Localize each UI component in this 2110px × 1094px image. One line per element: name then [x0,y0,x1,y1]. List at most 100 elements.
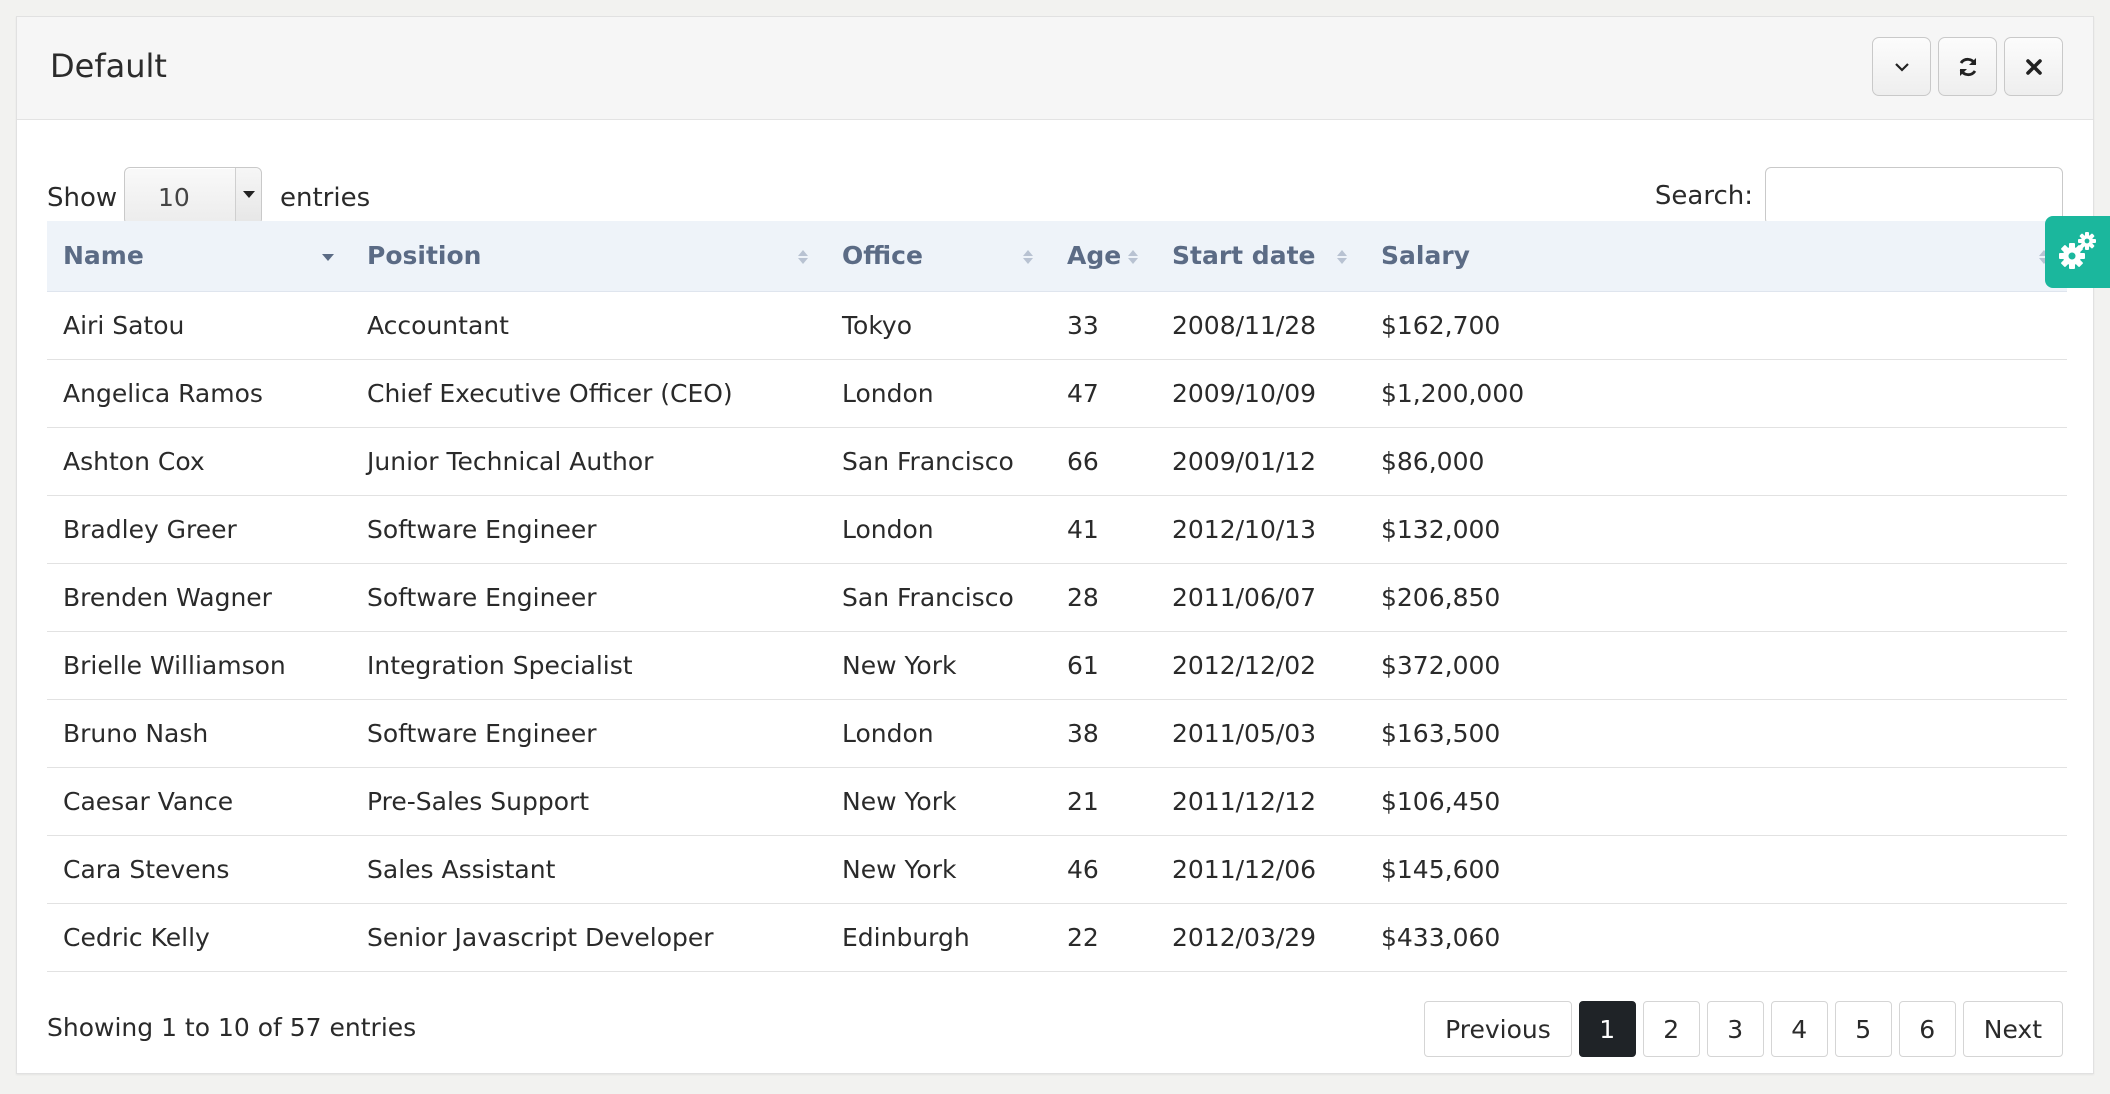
cell-office: San Francisco [826,427,1051,496]
search-input[interactable] [1765,167,2063,225]
cell-position: Sales Assistant [351,835,826,904]
cell-start-date: 2009/10/09 [1156,359,1365,428]
page-button-3[interactable]: 3 [1706,1001,1764,1057]
cell-office: New York [826,767,1051,836]
sort-both-icon [1337,250,1347,264]
settings-tab[interactable] [2045,216,2110,288]
table-row: Brenden Wagner Software Engineer San Franc… [47,563,2067,632]
cell-name: Brenden Wagner [47,563,351,632]
refresh-icon [1959,57,1976,76]
sort-desc-icon [322,254,334,261]
cell-start-date: 2012/12/02 [1156,631,1365,700]
cell-start-date: 2011/12/12 [1156,767,1365,836]
table-row: Bruno Nash Software Engineer London 38 2011/… [47,699,2067,768]
cell-age: 61 [1051,631,1156,700]
data-table: Name Position Office Age Start date Sala… [47,221,2067,972]
page-button-6[interactable]: 6 [1898,1001,1956,1057]
close-button[interactable] [2004,37,2063,96]
cell-age: 22 [1051,903,1156,972]
cell-office: London [826,495,1051,564]
entries-label: entries [280,183,371,213]
cell-position: Software Engineer [351,699,826,768]
column-header-office[interactable]: Office [826,221,1051,292]
cell-office: New York [826,835,1051,904]
cell-start-date: 2008/11/28 [1156,291,1365,360]
pagination: Previous 1 2 3 4 5 6 Next [1424,1001,2063,1057]
cell-start-date: 2012/03/29 [1156,903,1365,972]
close-icon [2025,58,2042,75]
cell-age: 21 [1051,767,1156,836]
sort-both-icon [1023,250,1033,264]
sort-both-icon [798,250,808,264]
table-row: Cara Stevens Sales Assistant New York 46 201… [47,835,2067,904]
cell-name: Brielle Williamson [47,631,351,700]
cell-start-date: 2012/10/13 [1156,495,1365,564]
cell-age: 38 [1051,699,1156,768]
cell-age: 41 [1051,495,1156,564]
cell-salary: $145,600 [1365,835,2067,904]
entries-length-value: 10 [158,183,190,212]
cell-position: Senior Javascript Developer [351,903,826,972]
chevron-down-icon [1894,62,1909,72]
table-controls: Show 10 entries Search: [47,149,2063,225]
table-row: Cedric Kelly Senior Javascript Developer E… [47,903,2067,972]
panel-header: Default [17,17,2093,120]
cell-position: Software Engineer [351,563,826,632]
cell-name: Cedric Kelly [47,903,351,972]
page-button-5[interactable]: 5 [1834,1001,1892,1057]
cell-name: Caesar Vance [47,767,351,836]
page-button-2[interactable]: 2 [1642,1001,1700,1057]
cell-position: Accountant [351,291,826,360]
column-header-salary[interactable]: Salary [1365,221,2067,292]
cell-start-date: 2009/01/12 [1156,427,1365,496]
cell-office: London [826,699,1051,768]
cell-age: 66 [1051,427,1156,496]
cell-salary: $206,850 [1365,563,2067,632]
cell-salary: $163,500 [1365,699,2067,768]
cell-name: Bruno Nash [47,699,351,768]
panel-actions [1872,37,2063,96]
cell-office: Tokyo [826,291,1051,360]
column-header-start-date[interactable]: Start date [1156,221,1365,292]
page-button-1[interactable]: 1 [1578,1001,1636,1057]
table-row: Brielle Williamson Integration Specialist… [47,631,2067,700]
gears-icon [2058,232,2096,269]
refresh-button[interactable] [1938,37,1997,96]
table-row: Ashton Cox Junior Technical Author San Fra… [47,427,2067,496]
column-header-age[interactable]: Age [1051,221,1156,292]
cell-office: Edinburgh [826,903,1051,972]
search-label: Search: [1654,181,1753,211]
cell-position: Software Engineer [351,495,826,564]
show-label: Show [47,183,118,213]
table-header-row: Name Position Office Age Start date Sala… [47,221,2067,292]
cell-office: New York [826,631,1051,700]
collapse-button[interactable] [1872,37,1931,96]
cell-start-date: 2011/12/06 [1156,835,1365,904]
cell-office: San Francisco [826,563,1051,632]
table-body: Airi Satou Accountant Tokyo 33 2008/11/28 $16… [47,291,2067,972]
cell-position: Chief Executive Officer (CEO) [351,359,826,428]
table-row: Caesar Vance Pre-Sales Support New York 21 2… [47,767,2067,836]
cell-position: Pre-Sales Support [351,767,826,836]
column-header-name[interactable]: Name [47,221,351,292]
panel-title: Default [50,47,167,85]
next-page-button[interactable]: Next [1962,1001,2063,1057]
table-row: Angelica Ramos Chief Executive Officer (C… [47,359,2067,428]
cell-name: Bradley Greer [47,495,351,564]
column-header-position[interactable]: Position [351,221,826,292]
cell-name: Cara Stevens [47,835,351,904]
cell-salary: $1,200,000 [1365,359,2067,428]
cell-name: Airi Satou [47,291,351,360]
table-row: Bradley Greer Software Engineer London 41 20… [47,495,2067,564]
cell-age: 47 [1051,359,1156,428]
cell-name: Angelica Ramos [47,359,351,428]
table-row: Airi Satou Accountant Tokyo 33 2008/11/28 $16… [47,291,2067,360]
cell-salary: $433,060 [1365,903,2067,972]
entries-length-select[interactable]: 10 [124,167,262,225]
cell-office: London [826,359,1051,428]
cell-name: Ashton Cox [47,427,351,496]
previous-page-button[interactable]: Previous [1424,1001,1572,1057]
page-button-4[interactable]: 4 [1770,1001,1828,1057]
cell-salary: $86,000 [1365,427,2067,496]
cell-start-date: 2011/06/07 [1156,563,1365,632]
